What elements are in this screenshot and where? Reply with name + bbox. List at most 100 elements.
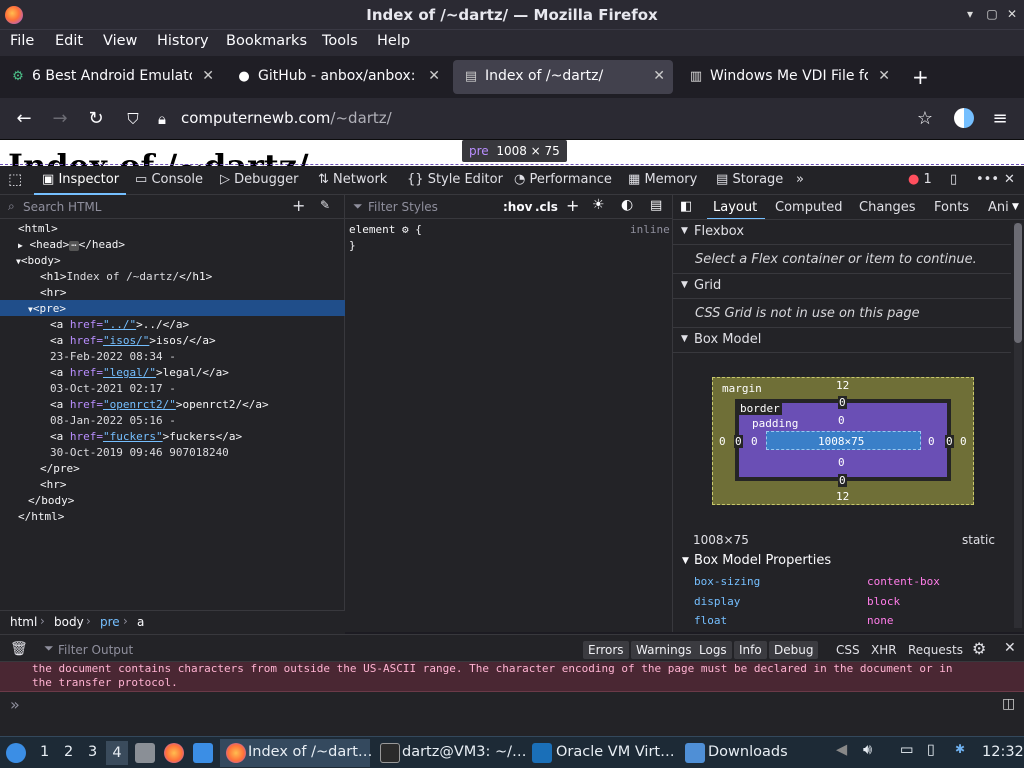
grid-section[interactable]: ▼ Grid	[673, 273, 1011, 299]
menu-view[interactable]: View	[103, 33, 137, 49]
more-tools-icon[interactable]: »	[796, 172, 804, 187]
menu-edit[interactable]: Edit	[55, 33, 83, 49]
error-indicator[interactable]: ● 1	[908, 172, 932, 187]
css-filter-button[interactable]: CSS	[836, 643, 860, 657]
margin-right-value[interactable]: 0	[960, 435, 967, 448]
node-head[interactable]: ▶ <head> ⋯ </head>	[18, 238, 125, 251]
task-virtualbox[interactable]: Oracle VM Virt…	[530, 739, 680, 767]
node-h1[interactable]: <h1>Index of /~dartz/</h1>	[40, 270, 212, 283]
node-html-close[interactable]: </html>	[18, 510, 64, 523]
prop-box-sizing-value[interactable]: content-box	[867, 575, 940, 588]
close-tab-icon[interactable]: ✕	[202, 68, 214, 84]
layout-scrollbar[interactable]	[1014, 223, 1022, 628]
close-window-icon[interactable]: ✕	[1004, 6, 1020, 22]
bookmark-star-icon[interactable]: ☆	[914, 108, 936, 129]
chevron-down-icon[interactable]: ▼	[1012, 202, 1019, 212]
workspace-1[interactable]: 1	[40, 744, 49, 760]
node-a-legal[interactable]: <a href="legal/">legal/</a>	[50, 366, 229, 379]
eyedropper-icon[interactable]: ✎	[320, 198, 330, 212]
tab-layout[interactable]: Layout	[713, 200, 757, 215]
console-input[interactable]: » ◫	[0, 692, 1024, 736]
reload-icon[interactable]: ↻	[85, 108, 107, 129]
box-model-properties-header[interactable]: ▼ Box Model Properties	[673, 551, 1011, 571]
padding-left-value[interactable]: 0	[751, 435, 758, 448]
lock-icon[interactable]: 🔒︎	[151, 110, 173, 128]
tab-memory[interactable]: ▦ Memory	[628, 172, 697, 187]
node-a-parent[interactable]: <a href="../">../</a>	[50, 318, 189, 331]
volume-icon[interactable]: 🔊︎	[863, 742, 872, 758]
url-bar[interactable]: computernewb.com/~dartz/	[181, 109, 392, 127]
hamburger-menu-icon[interactable]: ≡	[989, 108, 1011, 129]
workspace-4[interactable]: 4	[106, 741, 128, 765]
start-menu-icon[interactable]	[6, 743, 26, 763]
node-hr[interactable]: <hr>	[40, 478, 67, 491]
back-icon[interactable]: ←	[13, 108, 35, 129]
prop-display-value[interactable]: block	[867, 595, 900, 608]
clipboard-icon[interactable]: ▯	[927, 742, 935, 758]
tab-debugger[interactable]: ▷ Debugger	[220, 172, 299, 187]
account-icon[interactable]	[954, 108, 974, 128]
menu-history[interactable]: History	[157, 33, 209, 49]
requests-filter-button[interactable]: Requests	[908, 643, 963, 657]
content-size-value[interactable]: 1008×75	[818, 435, 864, 448]
text-node[interactable]: 30-Oct-2019 09:46 907018240	[50, 446, 229, 459]
breadcrumb-pre[interactable]: pre	[100, 615, 120, 629]
tab-changes[interactable]: Changes	[859, 200, 916, 215]
workspace-3[interactable]: 3	[88, 744, 97, 760]
add-node-icon[interactable]: +	[292, 196, 305, 215]
toggle-sidebar-icon[interactable]: ◧	[680, 199, 692, 214]
border-right-value[interactable]: 0	[945, 435, 954, 448]
editor-mode-icon[interactable]: ◫	[1002, 696, 1015, 712]
dark-theme-icon[interactable]: ◐	[621, 197, 633, 213]
tab-inspector[interactable]: ▣ Inspector	[42, 172, 119, 187]
print-media-icon[interactable]: ▤	[650, 198, 662, 213]
tab-console[interactable]: ▭ Console	[135, 172, 203, 187]
tray-arrow-icon[interactable]: ◀	[836, 742, 847, 758]
task-terminal[interactable]: dartz@VM3: ~/…	[376, 739, 527, 767]
breadcrumb-a[interactable]: a	[137, 615, 144, 629]
node-pre-close[interactable]: </pre>	[40, 462, 80, 475]
task-firefox[interactable]: Index of /~dart…	[220, 739, 372, 767]
padding-right-value[interactable]: 0	[928, 435, 935, 448]
network-icon[interactable]: ▭	[900, 742, 914, 758]
border-bottom-value[interactable]: 0	[838, 474, 847, 487]
menu-help[interactable]: Help	[377, 33, 410, 49]
tab-network[interactable]: ⇅ Network	[318, 172, 387, 187]
element-picker-icon[interactable]: ⬚	[8, 170, 22, 188]
padding-top-value[interactable]: 0	[838, 414, 845, 427]
firefox-icon[interactable]	[164, 743, 184, 763]
filter-output-input[interactable]: Filter Output	[58, 643, 133, 657]
text-node[interactable]: 08-Jan-2022 05:16 -	[50, 414, 176, 427]
text-node[interactable]: 23-Feb-2022 08:34 -	[50, 350, 176, 363]
errors-filter-button[interactable]: Errors	[583, 641, 629, 659]
hov-toggle[interactable]: :hov	[503, 200, 532, 214]
menu-file[interactable]: File	[10, 33, 34, 49]
node-a-isos[interactable]: <a href="isos/">isos/</a>	[50, 334, 216, 347]
scrollbar-thumb[interactable]	[1014, 223, 1022, 343]
close-split-console-icon[interactable]: ✕	[1004, 640, 1016, 656]
minimize-icon[interactable]: ▾	[962, 6, 978, 22]
tab-animations[interactable]: Ani	[988, 200, 1009, 215]
add-rule-icon[interactable]: +	[566, 196, 579, 215]
xhr-filter-button[interactable]: XHR	[871, 643, 897, 657]
cls-toggle[interactable]: .cls	[535, 200, 558, 214]
options-menu-icon[interactable]: •••	[976, 172, 999, 187]
task-downloads[interactable]: Downloads	[683, 739, 813, 767]
menu-tools[interactable]: Tools	[322, 33, 358, 49]
menu-bookmarks[interactable]: Bookmarks	[226, 33, 307, 49]
close-tab-icon[interactable]: ✕	[653, 68, 665, 84]
tab-storage[interactable]: ▤ Storage	[716, 172, 783, 187]
tab-performance[interactable]: ◔ Performance	[514, 172, 612, 187]
search-html-field[interactable]: ⌕ Search HTML + ✎	[0, 195, 345, 219]
tab-windows-me-vdi[interactable]: ▥ Windows Me VDI File for ✕	[678, 60, 898, 94]
info-filter-button[interactable]: Info	[734, 641, 767, 659]
forward-icon[interactable]: →	[49, 108, 71, 129]
border-left-value[interactable]: 0	[734, 435, 743, 448]
tab-github-anbox[interactable]: ● GitHub - anbox/anbox: An ✕	[226, 60, 448, 94]
close-devtools-icon[interactable]: ✕	[1004, 172, 1015, 187]
node-a-openrct2[interactable]: <a href="openrct2/">openrct2/</a>	[50, 398, 269, 411]
close-tab-icon[interactable]: ✕	[428, 68, 440, 84]
maximize-icon[interactable]: ▢	[984, 6, 1000, 22]
border-top-value[interactable]: 0	[838, 396, 847, 409]
node-hr[interactable]: <hr>	[40, 286, 67, 299]
